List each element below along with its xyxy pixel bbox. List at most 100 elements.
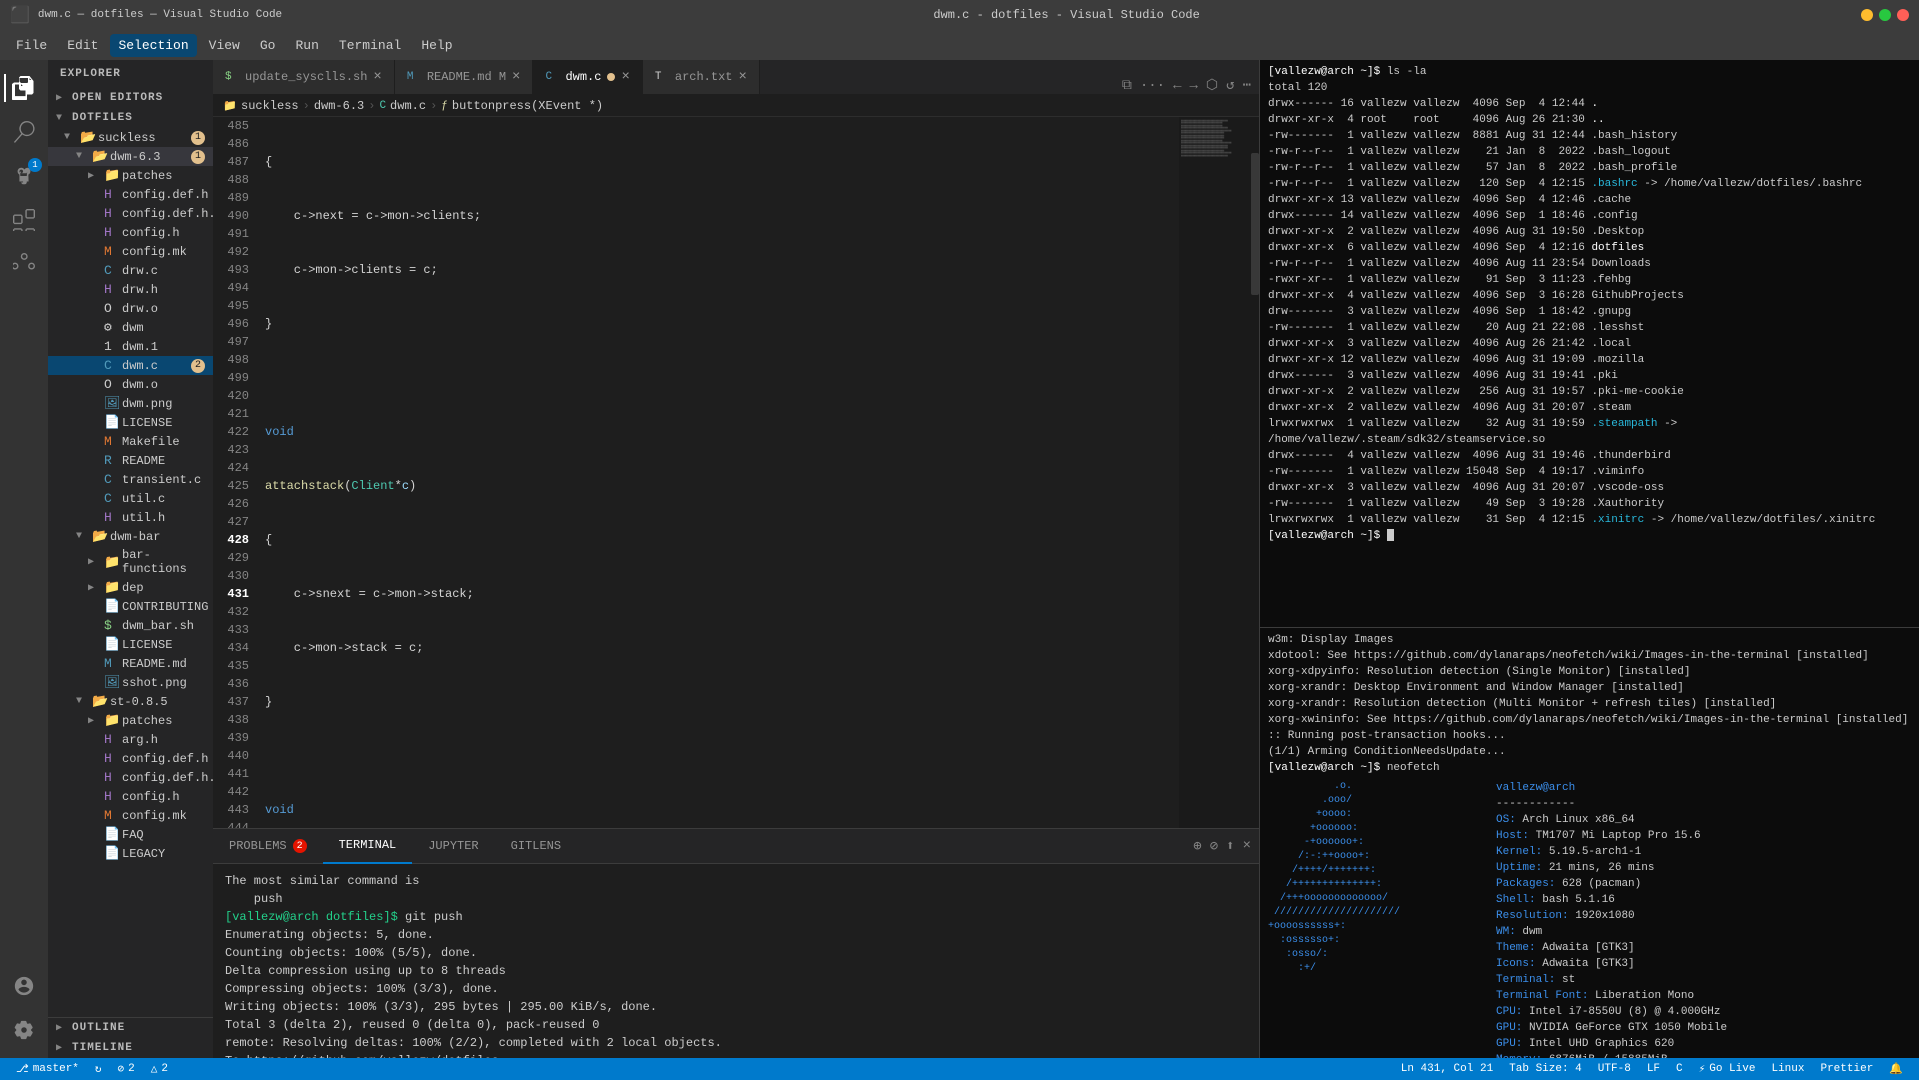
split-editor-icon[interactable]: ⧉	[1122, 78, 1132, 94]
tree-item-patches[interactable]: ▶ 📁 patches	[48, 166, 213, 185]
go-forward-icon[interactable]: →	[1189, 78, 1197, 94]
tab-readme-close[interactable]: ×	[512, 69, 520, 85]
tab-dwmc[interactable]: C dwm.c ×	[533, 60, 642, 94]
status-notifications[interactable]: 🔔	[1881, 1062, 1911, 1076]
tree-item-dep[interactable]: ▶ 📁 dep	[48, 578, 213, 597]
tree-item-bar-functions[interactable]: ▶ 📁 bar-functions	[48, 546, 213, 578]
panel-maximize-icon[interactable]: ⬆	[1226, 838, 1234, 855]
tree-item-config-def-h-orig[interactable]: ▶ H config.def.h.orig	[48, 204, 213, 223]
refresh-icon[interactable]: ↺	[1226, 77, 1234, 94]
tree-item-dwmbar[interactable]: ▼ 📂 dwm-bar	[48, 527, 213, 546]
menu-run[interactable]: Run	[287, 34, 326, 57]
tree-item-dwm[interactable]: ▶ ⚙ dwm	[48, 318, 213, 337]
menu-terminal[interactable]: Terminal	[331, 34, 409, 57]
maximize-button[interactable]	[1879, 9, 1891, 21]
tree-item-util-c[interactable]: ▶ C util.c	[48, 489, 213, 508]
tree-item-arg-h[interactable]: ▶ H arg.h	[48, 730, 213, 749]
tree-item-config-def-h-st[interactable]: ▶ H config.def.h	[48, 749, 213, 768]
status-errors[interactable]: ⊘ 2	[110, 1062, 143, 1076]
tab-readme[interactable]: M README.md M ×	[395, 60, 534, 94]
close-button[interactable]	[1897, 9, 1909, 21]
tree-item-legacy[interactable]: ▶ 📄 LEGACY	[48, 844, 213, 863]
status-tabsize[interactable]: Tab Size: 4	[1501, 1063, 1590, 1075]
explorer-activity-icon[interactable]	[4, 68, 44, 108]
right-terminal-top[interactable]: [vallezw@arch ~]$ ls -la total 120 drwx-…	[1260, 60, 1919, 627]
status-line-ending[interactable]: LF	[1639, 1063, 1668, 1075]
panel-close-icon[interactable]: ×	[1243, 838, 1251, 854]
menu-selection[interactable]: Selection	[110, 34, 196, 57]
tree-item-patches-st[interactable]: ▶ 📁 patches	[48, 711, 213, 730]
tree-item-drw-o[interactable]: ▶ O drw.o	[48, 299, 213, 318]
breadcrumb-dwm63[interactable]: dwm-6.3	[314, 99, 364, 113]
tree-item-drw-h[interactable]: ▶ H drw.h	[48, 280, 213, 299]
tree-item-util-h[interactable]: ▶ H util.h	[48, 508, 213, 527]
run-debug-activity-icon[interactable]	[4, 244, 44, 284]
minimize-button[interactable]	[1861, 9, 1873, 21]
extensions-activity-icon[interactable]	[4, 200, 44, 240]
source-control-activity-icon[interactable]: 1	[4, 156, 44, 196]
menu-edit[interactable]: Edit	[59, 34, 106, 57]
status-sync[interactable]: ↻	[87, 1062, 110, 1076]
tab-arch[interactable]: T arch.txt ×	[643, 60, 760, 94]
tree-item-dwm-bar-sh[interactable]: ▶ $ dwm_bar.sh	[48, 616, 213, 635]
status-warnings[interactable]: △ 2	[143, 1062, 176, 1076]
breadcrumb-buttonpress[interactable]: buttonpress(XEvent *)	[452, 99, 603, 113]
tab-update-sysclls-close[interactable]: ×	[373, 69, 381, 85]
tree-item-suckless[interactable]: ▼ 📂 suckless 1	[48, 128, 213, 147]
tree-item-transient-c[interactable]: ▶ C transient.c	[48, 470, 213, 489]
tree-item-config-mk[interactable]: ▶ M config.mk	[48, 242, 213, 261]
go-back-icon[interactable]: ←	[1173, 78, 1181, 94]
menu-view[interactable]: View	[201, 34, 248, 57]
settings-activity-icon[interactable]	[4, 1010, 44, 1050]
status-branch[interactable]: ⎇ master*	[8, 1062, 87, 1076]
tab-arch-close[interactable]: ×	[738, 69, 746, 85]
status-golive[interactable]: ⚡ Go Live	[1691, 1062, 1764, 1076]
sidebar-scroll[interactable]: ▶ OPEN EDITORS ▼ DOTFILES ▼ 📂 suckless 1…	[48, 88, 213, 1017]
timeline-section[interactable]: ▶ TIMELINE	[48, 1038, 213, 1058]
panel-tab-gitlens[interactable]: GITLENS	[495, 829, 577, 864]
tree-item-faq[interactable]: ▶ 📄 FAQ	[48, 825, 213, 844]
breadcrumb-suckless[interactable]: suckless	[241, 99, 299, 113]
menu-help[interactable]: Help	[413, 34, 460, 57]
tree-item-dwm-o[interactable]: ▶ O dwm.o	[48, 375, 213, 394]
more-actions-icon[interactable]: ···	[1140, 78, 1165, 94]
panel-tab-jupyter[interactable]: JUPYTER	[412, 829, 494, 864]
tree-item-st085[interactable]: ▼ 📂 st-0.8.5	[48, 692, 213, 711]
tree-item-readme-md[interactable]: ▶ M README.md	[48, 654, 213, 673]
tree-item-dwm1[interactable]: ▶ 1 dwm.1	[48, 337, 213, 356]
status-os[interactable]: Linux	[1763, 1063, 1812, 1075]
code-editor[interactable]: 485 486 487 488 489 490 491 492 493 494 …	[213, 117, 1259, 828]
panel-kill-icon[interactable]: ⊘	[1210, 838, 1218, 855]
tree-item-license-2[interactable]: ▶ 📄 LICENSE	[48, 635, 213, 654]
status-language[interactable]: C	[1668, 1063, 1691, 1075]
tree-item-config-mk-st[interactable]: ▶ M config.mk	[48, 806, 213, 825]
tree-item-readme[interactable]: ▶ R README	[48, 451, 213, 470]
open-editors-section[interactable]: ▶ OPEN EDITORS	[48, 88, 213, 108]
menu-file[interactable]: File	[8, 34, 55, 57]
code-content[interactable]: { c->next = c->mon->clients; c->mon->cli…	[257, 117, 1179, 828]
search-activity-icon[interactable]	[4, 112, 44, 152]
tree-item-contributing[interactable]: ▶ 📄 CONTRIBUTING	[48, 597, 213, 616]
status-encoding[interactable]: UTF-8	[1590, 1063, 1639, 1075]
panel-split-icon[interactable]: ⊕	[1193, 838, 1201, 855]
tab-dwmc-close[interactable]: ×	[621, 69, 629, 85]
accounts-activity-icon[interactable]	[4, 966, 44, 1006]
tree-item-config-h-st[interactable]: ▶ H config.h	[48, 787, 213, 806]
tree-item-license[interactable]: ▶ 📄 LICENSE	[48, 413, 213, 432]
tree-item-sshot-png[interactable]: ▶ 🖼 sshot.png	[48, 673, 213, 692]
breadcrumb-dwmc[interactable]: dwm.c	[390, 99, 426, 113]
menu-go[interactable]: Go	[252, 34, 284, 57]
panel-terminal-content[interactable]: The most similar command is push [vallez…	[213, 864, 1259, 1058]
tree-item-dwm63[interactable]: ▼ 📂 dwm-6.3 1	[48, 147, 213, 166]
tree-item-config-def-h-orig-st[interactable]: ▶ H config.def.h.orig	[48, 768, 213, 787]
outline-section[interactable]: ▶ OUTLINE	[48, 1018, 213, 1038]
tree-item-drw-c[interactable]: ▶ C drw.c	[48, 261, 213, 280]
more-editor-actions-icon[interactable]: ⋯	[1243, 77, 1251, 94]
status-prettier[interactable]: Prettier	[1812, 1063, 1881, 1075]
tree-item-config-h[interactable]: ▶ H config.h	[48, 223, 213, 242]
tab-update-sysclls[interactable]: $ update_sysclls.sh ×	[213, 60, 395, 94]
status-line-col[interactable]: Ln 431, Col 21	[1393, 1063, 1501, 1075]
dotfiles-section[interactable]: ▼ DOTFILES	[48, 108, 213, 128]
tree-item-dwm-png[interactable]: ▶ 🖼 dwm.png	[48, 394, 213, 413]
panel-tab-terminal[interactable]: TERMINAL	[323, 829, 413, 864]
